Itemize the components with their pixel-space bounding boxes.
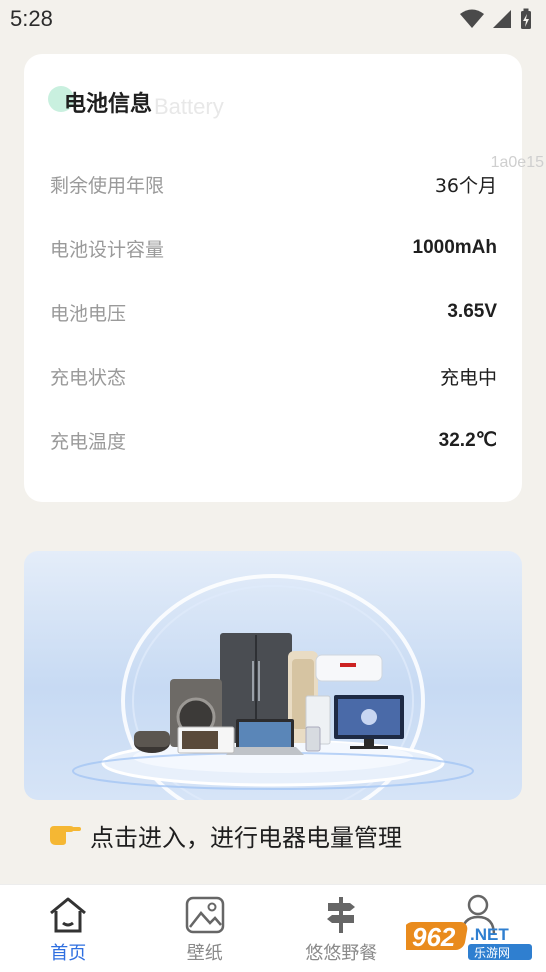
status-time: 5:28: [10, 6, 53, 31]
manage-appliances-link[interactable]: 点击进入，进行电器电量管理: [48, 818, 402, 853]
row-value: 36个月: [434, 174, 497, 197]
appliance-banner[interactable]: [24, 551, 522, 800]
home-icon: [46, 893, 90, 937]
row-value: 充电中: [439, 366, 497, 389]
nav-label: 壁纸: [186, 943, 223, 964]
signal-icon: [493, 10, 511, 28]
image-icon: [183, 893, 227, 937]
card-watermark-code: 1a0e15: [490, 154, 544, 171]
nav-item-picnic[interactable]: 悠悠野餐: [273, 885, 410, 972]
nav-item-wallpaper[interactable]: 壁纸: [137, 885, 274, 972]
row-label: 电池电压: [50, 302, 127, 325]
battery-info-card: Battery 电池信息 1a0e15 剩余使用年限 36个月 电池设计容量 1…: [24, 54, 544, 502]
svg-text:.NET: .NET: [470, 925, 509, 944]
row-value: 1000mAh: [412, 237, 498, 258]
info-row-remaining-life: 剩余使用年限 36个月: [50, 164, 497, 204]
nav-item-home[interactable]: 首页: [0, 885, 137, 972]
cta-text: 点击进入，进行电器电量管理: [90, 824, 402, 852]
card-watermark: Battery: [154, 94, 224, 119]
info-row-voltage: 电池电压 3.65V: [50, 292, 497, 332]
card-title: 电池信息: [64, 92, 153, 117]
appliances-illustration: [72, 574, 474, 800]
row-value: 3.65V: [447, 301, 497, 322]
info-row-design-capacity: 电池设计容量 1000mAh: [50, 228, 497, 268]
pointing-hand-icon: [48, 820, 82, 852]
signpost-icon: [319, 893, 363, 937]
svg-text:962: 962: [412, 922, 456, 952]
row-label: 剩余使用年限: [50, 174, 165, 197]
row-label: 电池设计容量: [50, 238, 165, 261]
row-label: 充电状态: [50, 366, 127, 389]
nav-label: 首页: [50, 943, 87, 964]
row-value: 32.2℃: [438, 429, 497, 451]
status-bar: 5:28: [0, 0, 546, 38]
row-label: 充电温度: [50, 430, 127, 453]
status-icons: [460, 8, 532, 30]
wifi-icon: [460, 9, 484, 28]
info-row-charging-status: 充电状态 充电中: [50, 356, 497, 396]
site-watermark-logo: 962 .NET 乐游网: [400, 914, 538, 966]
battery-charging-icon: [521, 8, 531, 29]
svg-text:乐游网: 乐游网: [474, 946, 510, 960]
nav-label: 悠悠野餐: [305, 943, 378, 964]
info-row-charging-temperature: 充电温度 32.2℃: [50, 420, 497, 460]
